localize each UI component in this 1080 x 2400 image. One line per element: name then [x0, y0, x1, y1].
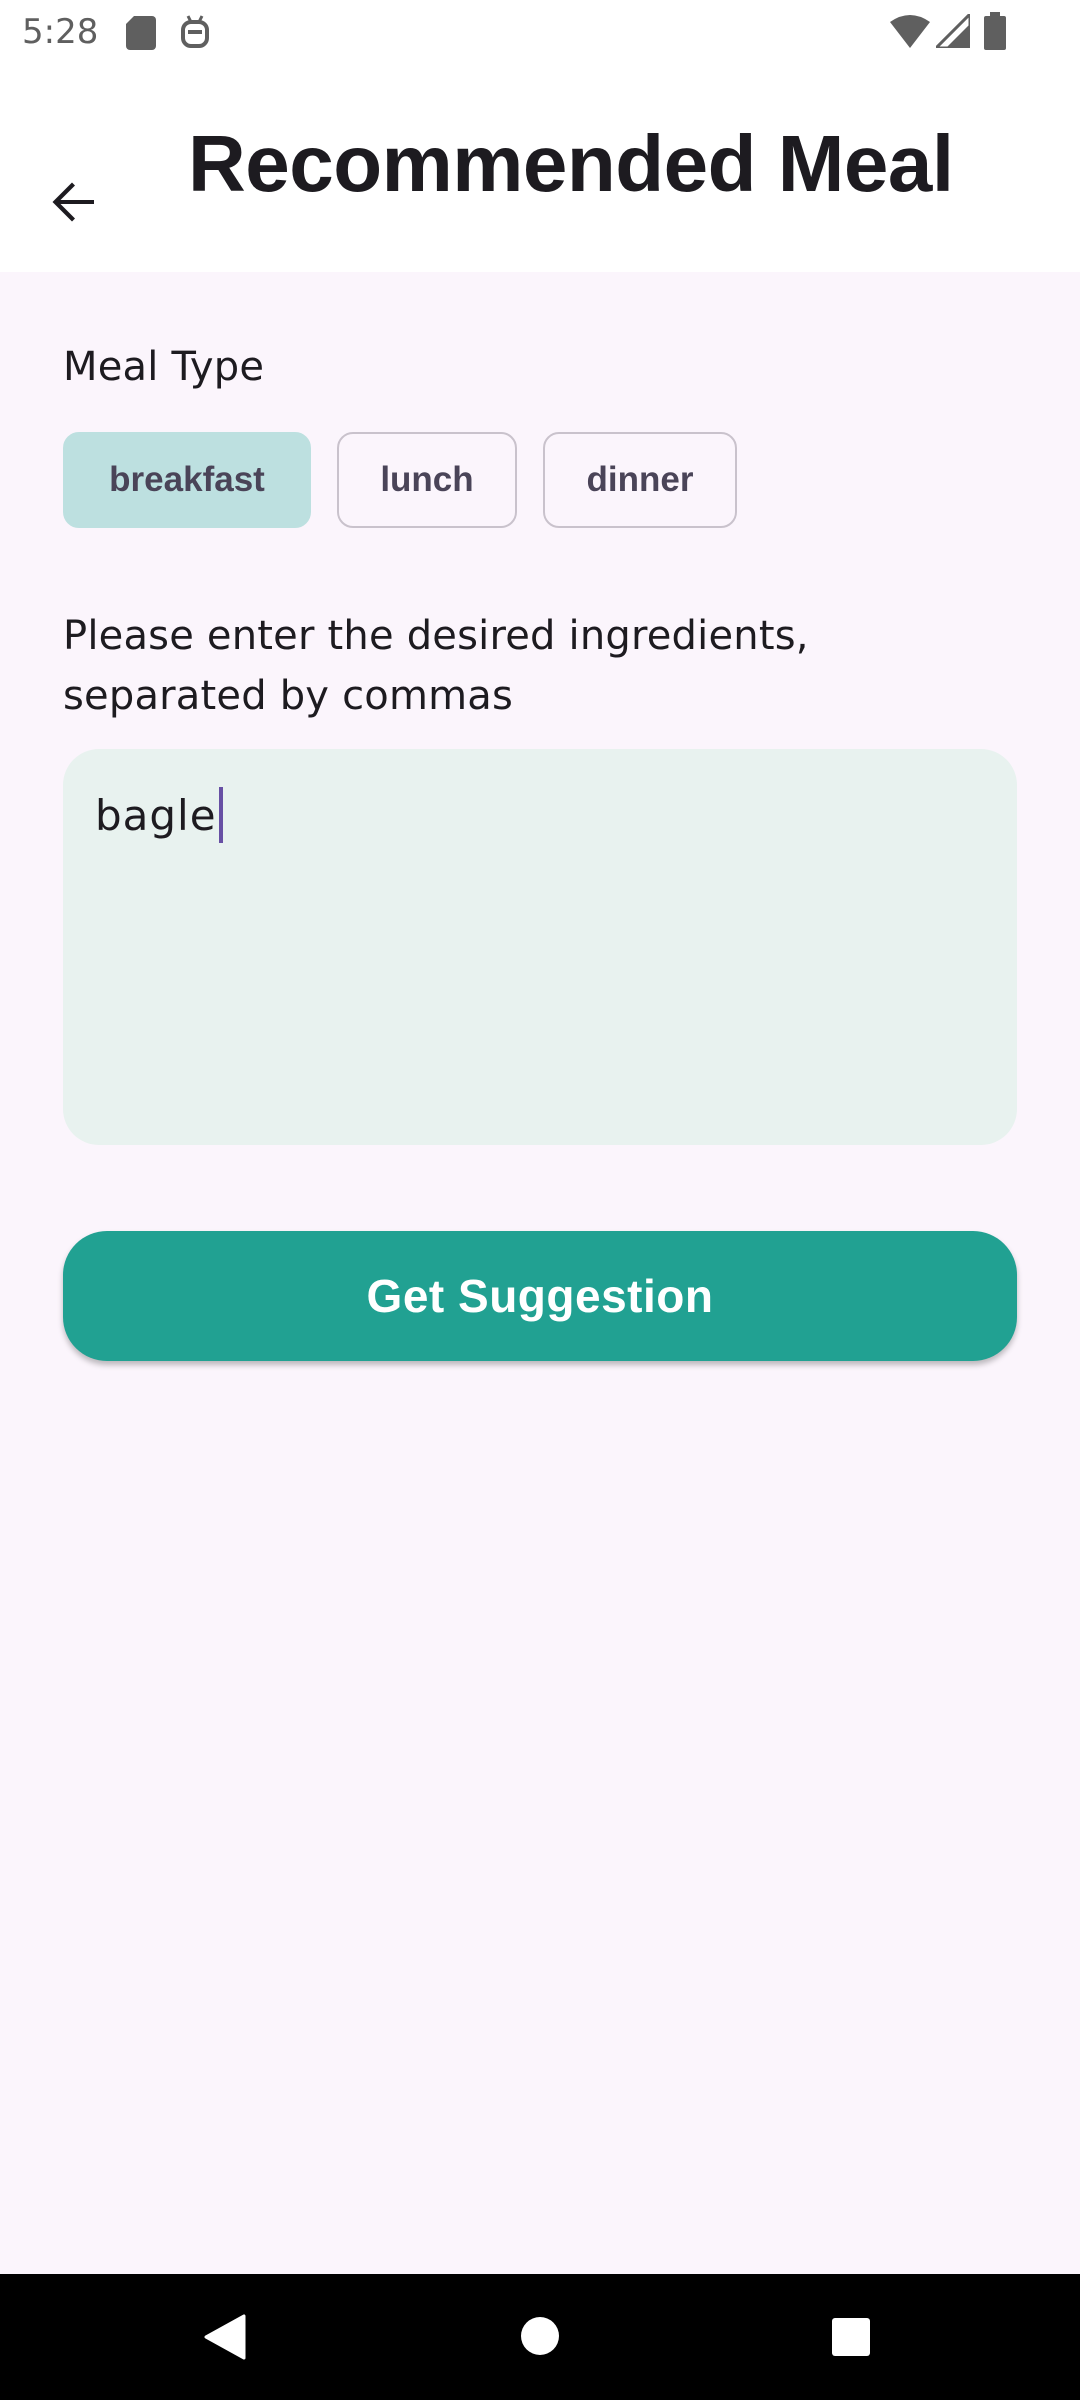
text-cursor — [218, 786, 223, 843]
meal-type-label: Meal Type — [63, 344, 265, 390]
screen: 5:28 Recommended Meal Meal Type breakfas… — [0, 0, 1080, 2400]
ingredients-input[interactable]: bagle — [63, 749, 1017, 1145]
robot-icon — [180, 14, 210, 55]
signal-icon — [932, 10, 972, 53]
recents-square-icon[interactable] — [832, 2318, 870, 2361]
chip-label: lunch — [380, 460, 474, 499]
arrow-back-icon — [50, 178, 98, 231]
chip-label: dinner — [586, 460, 694, 499]
status-bar: 5:28 — [0, 0, 1080, 64]
navigation-bar — [0, 2274, 1080, 2400]
ingredients-value: bagle — [95, 786, 223, 843]
chip-lunch[interactable]: lunch — [337, 432, 517, 528]
chip-dinner[interactable]: dinner — [543, 432, 737, 528]
home-circle-icon[interactable] — [520, 2316, 560, 2361]
chip-breakfast[interactable]: breakfast — [63, 432, 311, 528]
wifi-icon — [890, 14, 930, 53]
battery-icon — [984, 12, 1006, 55]
get-suggestion-button[interactable]: Get Suggestion — [63, 1231, 1017, 1361]
back-triangle-icon[interactable] — [204, 2314, 246, 2365]
sd-card-icon — [126, 16, 156, 55]
status-time: 5:28 — [22, 12, 99, 52]
chip-label: breakfast — [109, 460, 265, 499]
ingredients-label: Please enter the desired ingredients, se… — [63, 613, 809, 719]
back-button[interactable] — [34, 164, 114, 244]
page-title: Recommended Meal — [188, 119, 954, 208]
ingredients-text: bagle — [95, 791, 217, 840]
